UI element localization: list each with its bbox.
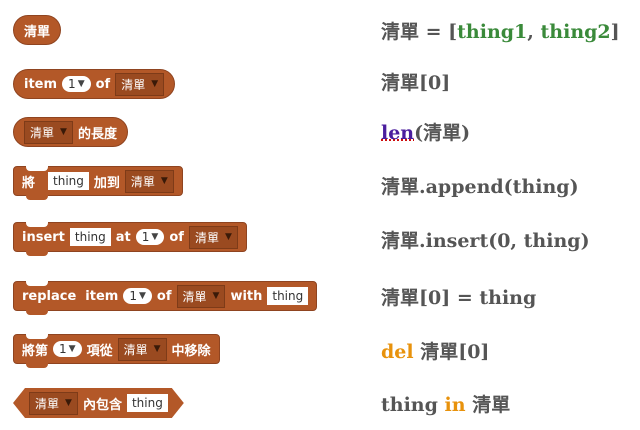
index-input[interactable]: 1 ▼ (62, 76, 91, 92)
block-label: 清單 (24, 24, 51, 40)
dropdown-arrow-icon: ▼ (224, 232, 232, 242)
text-input[interactable]: thing (48, 172, 89, 190)
value: 清單 (182, 289, 207, 304)
add-to-list-block[interactable]: 將 thing 加到 清單 ▼ (13, 166, 183, 200)
code-keyword: len (381, 122, 415, 144)
list-reporter-block[interactable]: 清單 (13, 15, 62, 45)
index-input[interactable]: 1 ▼ (123, 288, 152, 304)
python-insert: 清單.insert(0, thing) (381, 226, 590, 253)
block-label: at (115, 229, 131, 245)
python-in: thing in 清單 (381, 390, 510, 417)
block-label: item (85, 288, 119, 304)
list-dropdown[interactable]: 清單 ▼ (29, 392, 78, 415)
python-index: 清單[0] (381, 68, 450, 95)
dropdown-arrow-icon: ▼ (138, 291, 146, 301)
code: 清單 = [ (381, 21, 458, 43)
block-label: with (230, 288, 263, 304)
dropdown-arrow-icon: ▼ (212, 291, 220, 301)
insert-block[interactable]: insert thing at 1 ▼ of 清單 ▼ (13, 222, 247, 256)
block-label: 內包含 (82, 397, 122, 413)
block-label: of (169, 229, 184, 245)
dropdown-arrow-icon: ▼ (160, 176, 168, 186)
python-del: del 清單[0] (381, 337, 489, 364)
code: thing (381, 394, 445, 416)
block-label: replace (22, 288, 77, 304)
block-label: 加到 (93, 175, 120, 191)
value: 清單 (123, 342, 148, 357)
dropdown-arrow-icon: ▼ (68, 344, 76, 354)
block-label: 項從 (86, 343, 113, 359)
index-input[interactable]: 1 ▼ (135, 229, 165, 245)
value: 清單 (194, 230, 219, 245)
item-of-block[interactable]: item 1 ▼ of 清單 ▼ (13, 69, 176, 99)
dropdown-arrow-icon: ▼ (60, 127, 67, 137)
dropdown-arrow-icon: ▼ (151, 79, 159, 89)
text-input[interactable]: thing (69, 228, 111, 246)
length-of-block[interactable]: 清單 ▼ 的長度 (13, 117, 128, 147)
text-input[interactable]: thing (267, 287, 309, 305)
dropdown-arrow-icon: ▼ (153, 344, 161, 354)
code: 清單[0] (381, 72, 451, 94)
code-keyword: in (444, 394, 466, 416)
code: thing2 (540, 21, 611, 43)
block-label: 的長度 (77, 126, 117, 142)
list-dropdown[interactable]: 清單 ▼ (117, 337, 167, 361)
block-label: 將 (22, 175, 36, 191)
code: ] (610, 21, 620, 43)
code: 清單[0] (413, 341, 490, 363)
value: 1 (141, 230, 150, 244)
block-label: 將第 (22, 343, 49, 359)
code: (清單) (414, 122, 471, 144)
block-label: insert (22, 229, 65, 245)
list-dropdown[interactable]: 清單 ▼ (188, 225, 238, 249)
dropdown-arrow-icon: ▼ (151, 232, 159, 242)
code: 清單 (465, 394, 511, 416)
python-list-def: 清單 = [thing1, thing2] (381, 17, 620, 44)
value: 1 (59, 342, 67, 356)
code: 清單.append(thing) (381, 176, 579, 198)
text-input[interactable]: thing (127, 394, 168, 412)
list-dropdown[interactable]: 清單 ▼ (176, 284, 226, 308)
python-len: len(清單) (381, 118, 470, 145)
code-keyword: del (381, 341, 414, 363)
value: 1 (129, 289, 137, 303)
block-label: 中移除 (171, 343, 211, 359)
value: 清單 (35, 396, 60, 411)
code: 清單.insert(0, thing) (381, 230, 590, 252)
index-input[interactable]: 1 ▼ (53, 341, 82, 357)
block-label: of (156, 288, 172, 304)
python-append: 清單.append(thing) (381, 172, 579, 199)
python-replace: 清單[0] = thing (381, 283, 536, 310)
list-contains-block[interactable]: 清單 ▼ 內包含 thing (13, 388, 184, 418)
dropdown-arrow-icon: ▼ (77, 79, 85, 89)
block-label: of (95, 76, 111, 92)
replace-item-block[interactable]: replace item 1 ▼ of 清單 ▼ with thing (13, 281, 318, 315)
code: 清單[0] = thing (381, 287, 537, 309)
list-dropdown[interactable]: 清單 ▼ (124, 169, 174, 193)
list-dropdown[interactable]: 清單 ▼ (24, 120, 73, 144)
dropdown-arrow-icon: ▼ (65, 398, 72, 408)
delete-item-block[interactable]: 將第 1 ▼ 項從 清單 ▼ 中移除 (13, 334, 220, 368)
code: , (527, 21, 541, 43)
value: 清單 (30, 125, 55, 140)
value: 1 (68, 77, 76, 91)
block-label: item (24, 76, 58, 92)
code: thing1 (457, 21, 528, 43)
value: 清單 (121, 77, 146, 92)
list-dropdown[interactable]: 清單 ▼ (115, 72, 165, 96)
value: 清單 (130, 174, 155, 189)
